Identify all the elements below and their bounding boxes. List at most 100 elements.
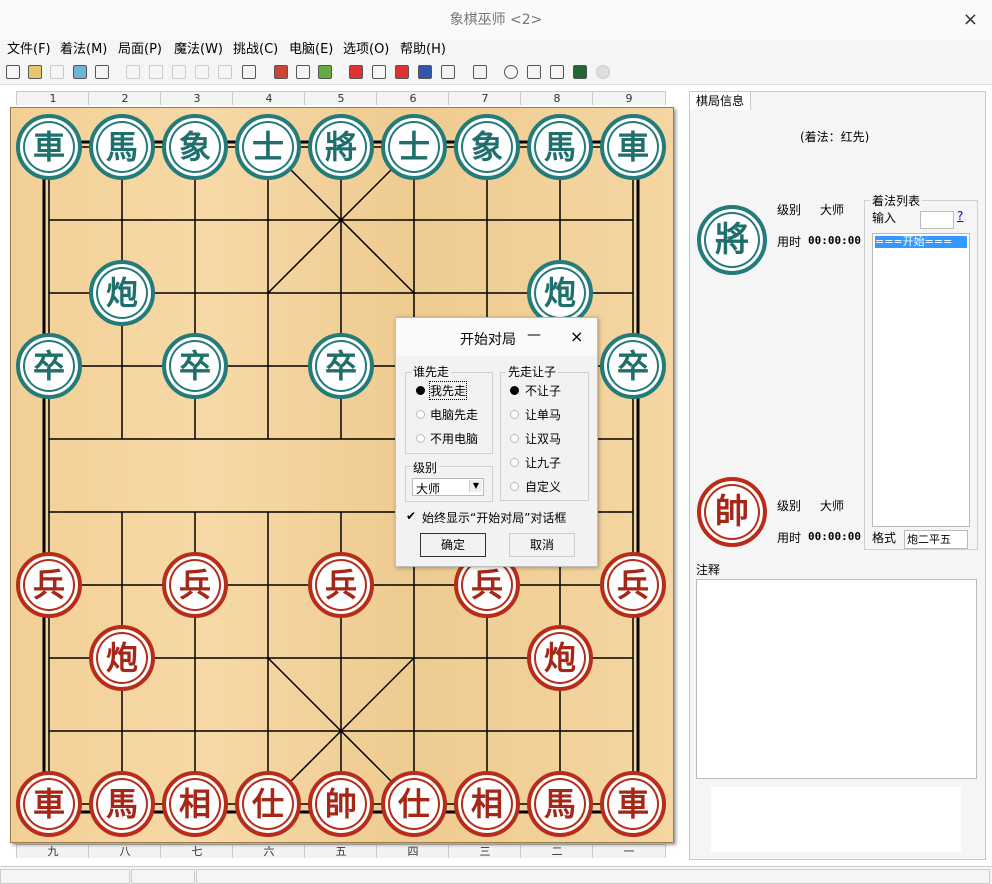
radio-no-handicap[interactable] bbox=[510, 386, 519, 395]
black-piece[interactable]: 馬 bbox=[89, 114, 155, 180]
radio-custom[interactable] bbox=[510, 482, 519, 491]
save-as-icon[interactable] bbox=[73, 65, 87, 79]
red-piece[interactable]: 兵 bbox=[16, 552, 82, 618]
radio-computer-first-label[interactable]: 电脑先走 bbox=[430, 406, 478, 423]
black-piece[interactable]: 卒 bbox=[162, 333, 228, 399]
help-link[interactable]: ? bbox=[957, 209, 963, 223]
movelist-item[interactable]: ===开始=== bbox=[875, 236, 967, 248]
radio-one-horse[interactable] bbox=[510, 410, 519, 419]
red-piece[interactable]: 相 bbox=[454, 771, 520, 837]
red-piece[interactable]: 馬 bbox=[89, 771, 155, 837]
start-game-dialog: 开始对局 — × 谁先走 我先走 电脑先走 不用电脑 先走让子 不让子 让单马 … bbox=[395, 317, 598, 567]
black-piece[interactable]: 馬 bbox=[527, 114, 593, 180]
dialog-minimize-button[interactable]: — bbox=[527, 327, 541, 343]
color-wheel-icon[interactable] bbox=[349, 65, 363, 79]
red-piece[interactable]: 炮 bbox=[89, 625, 155, 691]
radio-no-computer[interactable] bbox=[416, 434, 425, 443]
black-piece[interactable]: 卒 bbox=[600, 333, 666, 399]
move-input[interactable] bbox=[920, 211, 954, 229]
menu-computer[interactable]: 电脑(E) bbox=[289, 40, 333, 60]
radio-custom-label[interactable]: 自定义 bbox=[525, 478, 561, 495]
radio-player-first[interactable] bbox=[416, 386, 425, 395]
clipboard-icon[interactable] bbox=[441, 65, 455, 79]
last-move-icon[interactable] bbox=[195, 65, 209, 79]
red-piece[interactable]: 車 bbox=[16, 771, 82, 837]
black-piece[interactable]: 車 bbox=[16, 114, 82, 180]
prev-move-icon[interactable] bbox=[149, 65, 163, 79]
tab-game-info[interactable]: 棋局信息 bbox=[689, 91, 751, 110]
status-cell bbox=[131, 869, 195, 884]
weibo-icon[interactable] bbox=[395, 65, 409, 79]
status-cell bbox=[196, 869, 990, 884]
save-icon[interactable] bbox=[50, 65, 64, 79]
tree-icon[interactable] bbox=[296, 65, 310, 79]
column-label: 8 bbox=[520, 91, 594, 105]
menu-moves[interactable]: 着法(M) bbox=[60, 40, 107, 60]
menu-file[interactable]: 文件(F) bbox=[7, 40, 51, 60]
stop-icon[interactable] bbox=[596, 65, 610, 79]
cancel-button[interactable]: 取消 bbox=[509, 533, 575, 557]
web-icon[interactable] bbox=[418, 65, 432, 79]
red-book-icon[interactable] bbox=[274, 65, 288, 79]
title-bar: 象棋巫师 <2> × bbox=[0, 0, 992, 40]
black-piece[interactable]: 卒 bbox=[308, 333, 374, 399]
black-piece[interactable]: 士 bbox=[381, 114, 447, 180]
black-piece[interactable]: 車 bbox=[600, 114, 666, 180]
delete-icon[interactable] bbox=[218, 65, 232, 79]
menu-position[interactable]: 局面(P) bbox=[118, 40, 162, 60]
radio-two-horses[interactable] bbox=[510, 434, 519, 443]
black-piece[interactable]: 卒 bbox=[16, 333, 82, 399]
book-icon[interactable] bbox=[473, 65, 487, 79]
dialog-close-button[interactable]: × bbox=[570, 327, 583, 346]
red-piece[interactable]: 車 bbox=[600, 771, 666, 837]
red-piece[interactable]: 帥 bbox=[308, 771, 374, 837]
notes-textarea[interactable] bbox=[696, 579, 977, 779]
movelist-box[interactable]: ===开始=== bbox=[872, 233, 970, 527]
ok-button[interactable]: 确定 bbox=[420, 533, 486, 557]
properties-icon[interactable] bbox=[95, 65, 109, 79]
chevron-down-icon[interactable]: ▼ bbox=[469, 480, 482, 492]
red-piece[interactable]: 仕 bbox=[235, 771, 301, 837]
radio-computer-first[interactable] bbox=[416, 410, 425, 419]
menu-magic[interactable]: 魔法(W) bbox=[174, 40, 223, 60]
black-piece[interactable]: 將 bbox=[308, 114, 374, 180]
menu-options[interactable]: 选项(O) bbox=[343, 40, 389, 60]
next-move-icon[interactable] bbox=[172, 65, 186, 79]
window-close-button[interactable]: × bbox=[963, 0, 978, 40]
radio-player-first-label[interactable]: 我先走 bbox=[428, 381, 468, 400]
grid-icon[interactable] bbox=[318, 65, 332, 79]
menu-challenge[interactable]: 挑战(C) bbox=[233, 40, 278, 60]
computer2-icon[interactable] bbox=[550, 65, 564, 79]
radio-two-horses-label[interactable]: 让双马 bbox=[525, 430, 561, 447]
clock-icon[interactable] bbox=[504, 65, 518, 79]
red-piece[interactable]: 相 bbox=[162, 771, 228, 837]
black-piece[interactable]: 象 bbox=[162, 114, 228, 180]
computer-icon[interactable] bbox=[527, 65, 541, 79]
new-file-icon[interactable] bbox=[6, 65, 20, 79]
red-piece[interactable]: 兵 bbox=[162, 552, 228, 618]
level-select[interactable]: 大师 ▼ bbox=[412, 478, 484, 496]
red-piece[interactable]: 仕 bbox=[381, 771, 447, 837]
black-piece[interactable]: 炮 bbox=[89, 260, 155, 326]
radio-no-computer-label[interactable]: 不用电脑 bbox=[430, 430, 478, 447]
notes-label: 注释 bbox=[696, 563, 721, 577]
radio-no-handicap-label[interactable]: 不让子 bbox=[525, 382, 561, 399]
red-piece[interactable]: 兵 bbox=[308, 552, 374, 618]
chart-icon[interactable] bbox=[573, 65, 587, 79]
red-piece[interactable]: 馬 bbox=[527, 771, 593, 837]
menu-help[interactable]: 帮助(H) bbox=[400, 40, 446, 60]
black-piece[interactable]: 象 bbox=[454, 114, 520, 180]
black-piece[interactable]: 士 bbox=[235, 114, 301, 180]
format-select[interactable]: 炮二平五 bbox=[904, 530, 968, 549]
always-show-checkbox[interactable]: ✔ bbox=[406, 509, 416, 523]
search-icon[interactable] bbox=[372, 65, 386, 79]
radio-nine-pieces[interactable] bbox=[510, 458, 519, 467]
always-show-label[interactable]: 始终显示“开始对局”对话框 bbox=[422, 509, 566, 526]
radio-nine-pieces-label[interactable]: 让九子 bbox=[525, 454, 561, 471]
radio-one-horse-label[interactable]: 让单马 bbox=[525, 406, 561, 423]
red-piece[interactable]: 兵 bbox=[600, 552, 666, 618]
first-move-icon[interactable] bbox=[126, 65, 140, 79]
paste-icon[interactable] bbox=[242, 65, 256, 79]
open-folder-icon[interactable] bbox=[28, 65, 42, 79]
red-piece[interactable]: 炮 bbox=[527, 625, 593, 691]
